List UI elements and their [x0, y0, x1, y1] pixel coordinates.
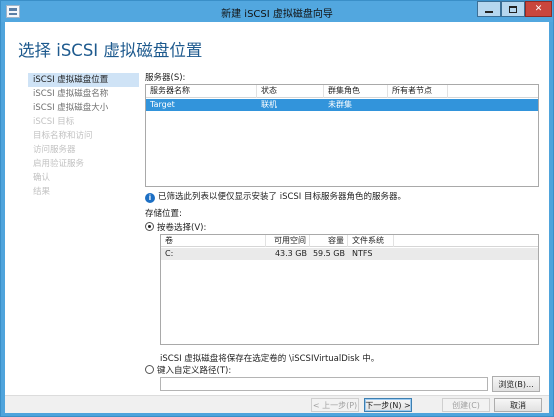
volume-name-cell: C:: [165, 249, 174, 258]
column-header-status[interactable]: 状态: [257, 85, 324, 98]
filter-info-note: i 已筛选此列表以便仅显示安装了 iSCSI 目标服务器角色的服务器。: [145, 190, 407, 203]
server-name-cell: Target: [150, 100, 175, 109]
volume-list[interactable]: 卷 可用空间 容量 文件系统 C: 43.3 GB 59.5 GB NTFS: [160, 234, 539, 345]
step-item-results: 结果: [33, 187, 51, 197]
servers-label: 服务器(S):: [145, 73, 186, 83]
column-header-capacity[interactable]: 容量: [310, 235, 348, 247]
wizard-content: 选择 iSCSI 虚拟磁盘位置 iSCSI 虚拟磁盘位置 iSCSI 虚拟磁盘名…: [5, 22, 549, 413]
column-header-volume[interactable]: 卷: [161, 235, 266, 247]
step-item-target-name-access: 目标名称和访问: [33, 131, 93, 141]
close-icon: ✕: [534, 4, 543, 14]
column-header-cluster-role[interactable]: 群集角色: [324, 85, 388, 98]
minimize-icon: [485, 10, 493, 13]
volume-fs-cell: NTFS: [352, 249, 373, 258]
wizard-button-bar: < 上一步(P) 下一步(N) > 创建(C) 取消: [5, 395, 549, 413]
wizard-window: 新建 iSCSI 虚拟磁盘向导 ✕ 选择 iSCSI 虚拟磁盘位置 iSCSI …: [0, 0, 554, 417]
radio-checked-icon[interactable]: [145, 222, 154, 231]
select-by-volume-radio[interactable]: 按卷选择(V):: [145, 221, 206, 233]
minimize-button[interactable]: [477, 1, 501, 17]
step-item-location[interactable]: iSCSI 虚拟磁盘位置: [28, 73, 139, 87]
step-item-target: iSCSI 目标: [33, 117, 75, 127]
server-owner-node-cell: [388, 99, 448, 111]
column-header-free-space[interactable]: 可用空间: [266, 235, 310, 247]
custom-path-radio[interactable]: 键入自定义路径(T):: [145, 364, 231, 376]
custom-path-label: 键入自定义路径(T):: [157, 366, 232, 376]
step-item-name[interactable]: iSCSI 虚拟磁盘名称: [28, 87, 139, 101]
page-title: 选择 iSCSI 虚拟磁盘位置: [18, 41, 203, 60]
server-list-header: 服务器名称 状态 群集角色 所有者节点: [146, 85, 538, 98]
title-bar[interactable]: 新建 iSCSI 虚拟磁盘向导 ✕: [1, 1, 553, 22]
column-header-file-system[interactable]: 文件系统: [348, 235, 394, 247]
maximize-icon: [509, 5, 517, 13]
server-row-selected[interactable]: Target 联机 未群集: [146, 99, 538, 111]
step-item-size[interactable]: iSCSI 虚拟磁盘大小: [28, 101, 139, 115]
maximize-button[interactable]: [501, 1, 525, 17]
save-location-note: iSCSI 虚拟磁盘将保存在选定卷的 \iSCSIVirtualDisk 中。: [160, 354, 380, 364]
window-title: 新建 iSCSI 虚拟磁盘向导: [221, 9, 333, 20]
custom-path-input[interactable]: [160, 377, 488, 391]
volume-list-header: 卷 可用空间 容量 文件系统: [161, 235, 538, 247]
cancel-button[interactable]: 取消: [494, 398, 542, 412]
create-button[interactable]: 创建(C): [442, 398, 490, 412]
server-cluster-role-cell: 未群集: [328, 100, 352, 109]
volume-free-cell: 43.3 GB: [274, 249, 307, 258]
column-header-owner-node[interactable]: 所有者节点: [388, 85, 448, 98]
step-item-confirm: 确认: [33, 173, 51, 183]
volume-row-selected[interactable]: C: 43.3 GB 59.5 GB NTFS: [161, 248, 538, 260]
volume-capacity-cell: 59.5 GB: [312, 249, 345, 258]
storage-location-label: 存储位置:: [145, 209, 182, 219]
close-button[interactable]: ✕: [525, 1, 552, 17]
radio-unchecked-icon[interactable]: [145, 365, 154, 374]
select-by-volume-label: 按卷选择(V):: [157, 223, 207, 233]
filter-info-text: 已筛选此列表以便仅显示安装了 iSCSI 目标服务器角色的服务器。: [158, 192, 407, 202]
server-list[interactable]: 服务器名称 状态 群集角色 所有者节点 Target 联机 未群集: [145, 84, 539, 187]
next-button[interactable]: 下一步(N) >: [364, 398, 412, 412]
browse-button[interactable]: 浏览(B)...: [492, 376, 540, 392]
step-item-access-servers: 访问服务器: [33, 145, 76, 155]
previous-button[interactable]: < 上一步(P): [311, 398, 359, 412]
column-header-server-name[interactable]: 服务器名称: [146, 85, 257, 98]
server-status-cell: 联机: [261, 100, 277, 109]
step-item-auth: 启用验证服务: [33, 159, 85, 169]
wizard-steps-nav: iSCSI 虚拟磁盘位置 iSCSI 虚拟磁盘名称 iSCSI 虚拟磁盘大小 i…: [28, 73, 139, 199]
info-icon: i: [145, 193, 155, 203]
